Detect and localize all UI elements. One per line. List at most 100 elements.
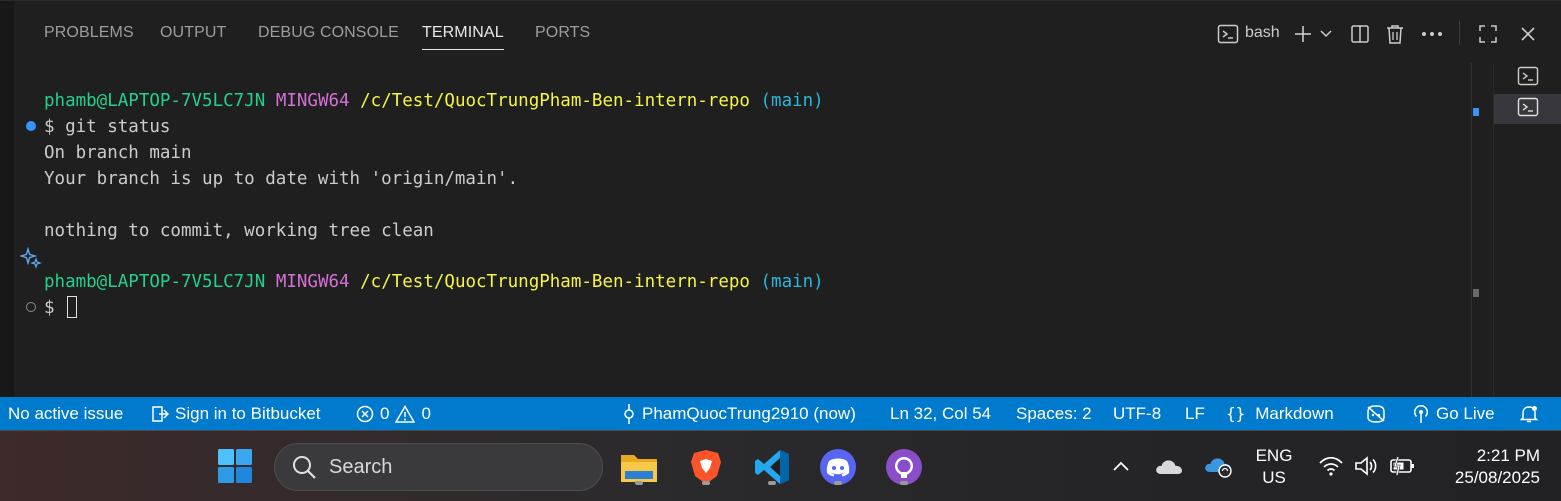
cursor-position[interactable]: Ln 32, Col 54: [890, 397, 991, 430]
split-icon[interactable]: [1349, 21, 1371, 47]
language-code: ENG: [1255, 446, 1293, 465]
eol-status[interactable]: LF: [1185, 397, 1205, 430]
error-count: 0: [380, 403, 390, 423]
git-commit-icon: [624, 403, 634, 424]
bell-icon: [1519, 405, 1539, 422]
prompt-line: phamb@LAPTOP-7V5LC7JN MINGW64 /c/Test/Qu…: [44, 88, 824, 114]
language-mode[interactable]: {} Markdown: [1226, 397, 1334, 430]
tab-output[interactable]: OUTPUT: [160, 24, 226, 42]
go-live-label: Go Live: [1436, 403, 1495, 423]
search-icon: [293, 456, 316, 479]
tab-ports[interactable]: PORTS: [535, 24, 590, 42]
prompt-branch: (main): [760, 91, 824, 111]
running-indicator: [900, 481, 908, 485]
input-language[interactable]: ENG US: [1250, 445, 1298, 489]
tab-debug-console[interactable]: DEBUG CONSOLE: [258, 24, 399, 42]
output-line: nothing to commit, working tree clean: [44, 221, 434, 241]
sign-in-icon: [152, 405, 169, 422]
discord-icon[interactable]: [816, 443, 860, 491]
trash-icon[interactable]: [1384, 21, 1406, 47]
command-pending-decoration[interactable]: [26, 302, 36, 312]
broadcast-icon: [1414, 404, 1428, 423]
region-code: US: [1262, 468, 1286, 487]
prompt-env: MINGW64: [275, 91, 350, 111]
file-explorer-icon[interactable]: [617, 443, 661, 491]
taskbar-search[interactable]: Search: [274, 443, 603, 491]
indentation-status[interactable]: Spaces: 2: [1016, 397, 1092, 430]
input-prompt: $: [44, 298, 55, 318]
error-icon: [356, 405, 374, 422]
git-blame-status[interactable]: PhamQuocTrung2910 (now): [622, 397, 856, 430]
prompt-user: phamb@LAPTOP-7V5LC7JN: [44, 91, 266, 111]
terminal-icon[interactable]: [1216, 21, 1240, 47]
copilot-status[interactable]: [1365, 397, 1393, 430]
prompt-user: phamb@LAPTOP-7V5LC7JN: [44, 272, 266, 292]
bitbucket-signin-label: Sign in to Bitbucket: [175, 403, 321, 423]
running-indicator: [834, 481, 842, 485]
warning-count: 0: [421, 403, 431, 423]
onedrive-sync-icon[interactable]: [1201, 451, 1235, 481]
notifications-bell[interactable]: [1519, 397, 1545, 430]
tab-terminal[interactable]: TERMINAL: [422, 24, 504, 50]
copilot-icon: [1367, 404, 1385, 423]
prompt-branch: (main): [760, 272, 824, 292]
start-button[interactable]: [216, 447, 254, 485]
warning-icon: [395, 404, 416, 423]
clock-date: 25/08/2025: [1454, 468, 1540, 487]
terminal-tab-1[interactable]: [1494, 63, 1561, 93]
close-icon[interactable]: [1517, 21, 1539, 47]
command-line: $ git status: [44, 117, 171, 137]
vscode-icon[interactable]: [750, 443, 794, 491]
brave-icon[interactable]: [684, 443, 728, 491]
prompt-path: /c/Test/QuocTrungPham-Ben-intern-repo: [360, 272, 750, 292]
prompt-line: phamb@LAPTOP-7V5LC7JN MINGW64 /c/Test/Qu…: [44, 269, 824, 295]
onedrive-icon[interactable]: [1152, 451, 1186, 481]
prompt-env: MINGW64: [275, 272, 350, 292]
chevron-down-icon[interactable]: [1318, 21, 1334, 47]
output-line: Your branch is up to date with 'origin/m…: [44, 169, 519, 189]
braces-icon: {}: [1226, 404, 1246, 423]
github-desktop-icon[interactable]: [882, 443, 926, 491]
toolbar-divider: [1459, 21, 1460, 45]
activity-edge: [0, 1, 14, 398]
running-indicator: [635, 481, 643, 485]
terminal-icon: [1517, 96, 1539, 123]
git-blame-author: PhamQuocTrung2910 (now): [642, 403, 856, 423]
windows-icon: [218, 449, 252, 483]
ellipsis-icon[interactable]: [1420, 21, 1444, 47]
input-line[interactable]: $: [44, 295, 78, 321]
system-clock[interactable]: 2:21 PM 25/08/2025: [1430, 445, 1540, 489]
running-indicator: [702, 481, 710, 485]
overview-ruler-mark: [1473, 289, 1479, 297]
volume-icon[interactable]: [1352, 451, 1382, 481]
chevron-up-icon[interactable]: [1108, 453, 1134, 479]
overview-ruler-mark: [1473, 108, 1479, 116]
output-line: On branch main: [44, 143, 192, 163]
active-issue-status[interactable]: No active issue: [8, 397, 123, 430]
terminal-tabs-list: [1493, 63, 1561, 398]
terminal-panel: PROBLEMS OUTPUT DEBUG CONSOLE TERMINAL P…: [0, 0, 1561, 398]
running-indicator: [768, 481, 776, 485]
clock-time: 2:21 PM: [1476, 446, 1540, 465]
problems-status[interactable]: 0 0: [356, 397, 431, 430]
battery-icon[interactable]: [1388, 451, 1418, 481]
maximize-icon[interactable]: [1477, 21, 1499, 47]
terminal-tab-2[interactable]: [1494, 94, 1561, 124]
terminal-output[interactable]: phamb@LAPTOP-7V5LC7JN MINGW64 /c/Test/Qu…: [14, 63, 1500, 398]
bitbucket-signin[interactable]: Sign in to Bitbucket: [151, 397, 321, 430]
terminal-shell-label[interactable]: bash: [1245, 24, 1280, 42]
search-placeholder: Search: [329, 455, 393, 478]
wifi-icon[interactable]: [1316, 451, 1346, 481]
encoding-status[interactable]: UTF-8: [1113, 397, 1161, 430]
go-live-button[interactable]: Go Live: [1412, 397, 1495, 430]
terminal-icon: [1517, 65, 1539, 92]
windows-taskbar: Search ENG US 2:21 PM 25/08/2025: [0, 430, 1561, 501]
command-success-decoration[interactable]: [26, 121, 36, 131]
plus-icon[interactable]: [1292, 21, 1314, 47]
sparkle-icon[interactable]: [18, 246, 42, 274]
terminal-cursor: [67, 296, 78, 318]
tab-problems[interactable]: PROBLEMS: [44, 24, 134, 42]
language-label: Markdown: [1255, 403, 1334, 423]
status-bar: No active issue Sign in to Bitbucket 0 0…: [0, 397, 1561, 430]
prompt-path: /c/Test/QuocTrungPham-Ben-intern-repo: [360, 91, 750, 111]
